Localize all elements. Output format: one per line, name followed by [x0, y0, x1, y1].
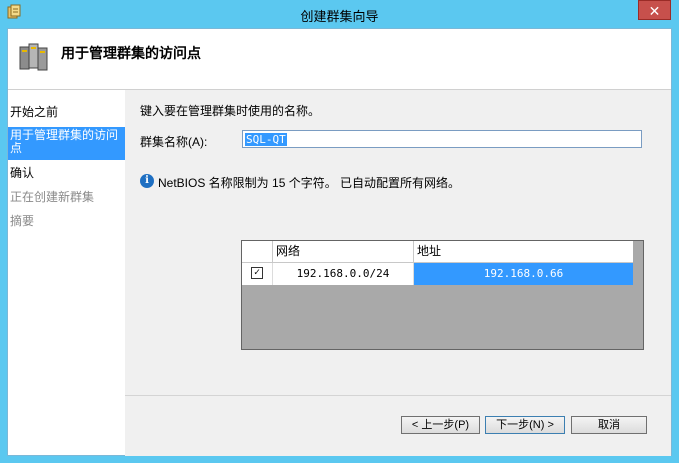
table-header: 网络 地址	[242, 241, 633, 263]
wizard-steps-nav: 开始之前 用于管理群集的访问点 确认 正在创建新群集 摘要	[8, 90, 125, 455]
window-title: 创建群集向导	[300, 9, 379, 24]
title-bar[interactable]: 创建群集向导 ✕	[0, 0, 679, 28]
close-button[interactable]: ✕	[638, 0, 671, 20]
next-button[interactable]: 下一步(N) >	[485, 416, 565, 434]
nav-step-before-you-begin[interactable]: 开始之前	[8, 104, 125, 121]
nav-step-confirmation[interactable]: 确认	[8, 165, 125, 182]
nav-step-creating-cluster: 正在创建新群集	[10, 190, 95, 204]
table-row[interactable]: ✓ 192.168.0.0/24 192.168.0.66	[242, 263, 633, 285]
checkbox-column-header	[242, 241, 273, 262]
back-button[interactable]: < 上一步(P)	[401, 416, 480, 434]
wizard-header: 用于管理群集的访问点	[8, 29, 671, 90]
cluster-name-input[interactable]: SQL-QT	[242, 130, 642, 148]
cluster-name-value: SQL-QT	[245, 133, 287, 146]
instruction-text: 键入要在管理群集时使用的名称。	[140, 104, 321, 118]
page-heading: 用于管理群集的访问点	[61, 45, 201, 61]
wizard-content: 键入要在管理群集时使用的名称。 群集名称(A): SQL-QT i NetBIO…	[125, 90, 671, 395]
wizard-client-area: 用于管理群集的访问点 开始之前 用于管理群集的访问点 确认 正在创建新群集 摘要…	[7, 28, 672, 456]
cluster-servers-icon	[19, 43, 48, 71]
network-checkbox[interactable]: ✓	[251, 267, 263, 279]
nav-step-summary: 摘要	[10, 214, 35, 228]
wizard-footer: < 上一步(P) 下一步(N) > 取消	[125, 395, 671, 456]
network-column-header[interactable]: 网络	[273, 241, 414, 262]
address-cell[interactable]: 192.168.0.66	[414, 263, 633, 285]
nav-step-access-point[interactable]: 用于管理群集的访问点	[8, 127, 125, 160]
info-icon: i	[140, 174, 154, 188]
netbios-info-text: NetBIOS 名称限制为 15 个字符。 已自动配置所有网络。	[158, 176, 461, 190]
cancel-button[interactable]: 取消	[571, 416, 647, 434]
network-table: 网络 地址 ✓ 192.168.0.0/24 192.168.0.66	[241, 240, 644, 350]
wizard-window: 创建群集向导 ✕ 用于管理群集的访问点 开始之前 用于管理群集的访问点 确认 正…	[0, 0, 679, 463]
close-icon: ✕	[648, 3, 661, 19]
row-checkbox-cell: ✓	[242, 263, 273, 285]
network-cell: 192.168.0.0/24	[273, 263, 414, 285]
address-column-header[interactable]: 地址	[414, 241, 633, 262]
cluster-name-label: 群集名称(A):	[140, 135, 208, 149]
